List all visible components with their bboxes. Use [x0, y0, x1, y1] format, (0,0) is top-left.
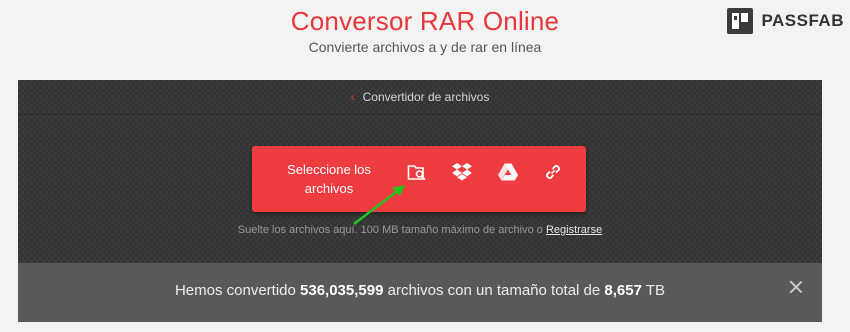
link-icon[interactable] [541, 160, 565, 184]
stats-size: 8,657 [604, 282, 642, 299]
close-icon[interactable] [788, 279, 804, 295]
dropbox-icon[interactable] [450, 160, 474, 184]
converter-panel: ‹ Convertidor de archivos Seleccione los … [18, 80, 822, 322]
google-drive-icon[interactable] [496, 160, 520, 184]
breadcrumb-label: Convertidor de archivos [362, 90, 490, 104]
stats-files: 536,035,599 [300, 282, 384, 299]
stats-middle: archivos con un tamaño total de [387, 282, 601, 299]
upload-box[interactable]: Seleccione los archivos [252, 146, 586, 212]
breadcrumb[interactable]: ‹ Convertidor de archivos [18, 90, 822, 104]
stats-unit: TB [645, 282, 666, 299]
page-title: Conversor RAR Online [290, 6, 560, 36]
brand-name: PASSFAB [761, 11, 844, 30]
drop-hint-text: Suelte los archivos aquí. 100 MB tamaño … [237, 224, 543, 236]
register-link[interactable]: Registrarse [546, 224, 602, 236]
divider [18, 114, 822, 115]
stats-prefix: Hemos convertido [174, 282, 296, 299]
chevron-left-icon: ‹ [350, 90, 355, 104]
stats-banner: Hemos convertido 536,035,599 archivos co… [18, 263, 822, 322]
annotation-arrow-icon [353, 185, 405, 225]
stats-text: Hemos convertido 536,035,599 archivos co… [18, 282, 822, 299]
passfab-logo [727, 8, 754, 34]
drop-hint: Suelte los archivos aquí. 100 MB tamaño … [18, 224, 822, 236]
page-subtitle: Convierte archivos a y de rar en línea [308, 39, 542, 55]
brand: PASSFAB [727, 8, 844, 34]
